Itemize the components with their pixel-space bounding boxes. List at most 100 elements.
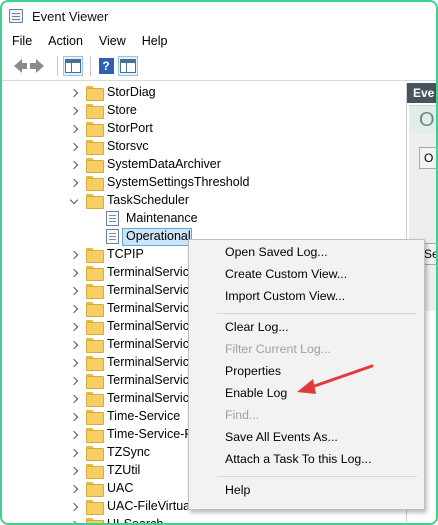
context-menu-item-create-custom-view[interactable]: Create Custom View... (225, 267, 347, 281)
folder-icon (86, 410, 104, 425)
folder-icon (86, 356, 104, 371)
folder-icon (86, 374, 104, 389)
folder-icon (86, 122, 104, 137)
menu-action[interactable]: Action (48, 34, 83, 48)
menu-help[interactable]: Help (142, 34, 168, 48)
tree-folder-item[interactable]: Store (2, 102, 404, 120)
context-menu-item-save-all-events-as[interactable]: Save All Events As... (225, 430, 338, 444)
chevron-right-icon[interactable] (69, 178, 79, 188)
window-title: Event Viewer (32, 8, 109, 24)
chevron-right-icon[interactable] (69, 106, 79, 116)
forward-icon (30, 58, 44, 73)
tree-item-label: SystemDataArchiver (107, 157, 221, 171)
folder-icon (86, 158, 104, 173)
tree-folder-item[interactable]: Storsvc (2, 138, 404, 156)
folder-icon (86, 338, 104, 353)
chevron-right-icon[interactable] (69, 376, 79, 386)
context-menu-separator (217, 476, 417, 477)
folder-icon (86, 86, 104, 101)
context-menu-item-import-custom-view[interactable]: Import Custom View... (225, 289, 345, 303)
context-menu-item-open-saved-log[interactable]: Open Saved Log... (225, 245, 328, 259)
tree-folder-item[interactable]: SystemSettingsThreshold (2, 174, 404, 192)
show-hide-action-pane-icon (120, 58, 136, 73)
help-icon: ? (98, 57, 114, 74)
tree-item-label: Storsvc (107, 139, 149, 153)
chevron-right-icon[interactable] (69, 484, 79, 494)
tree-folder-item[interactable]: StorPort (2, 120, 404, 138)
tree-item-label: TaskScheduler (107, 193, 189, 207)
log-icon (106, 229, 119, 244)
context-menu-item-enable-log[interactable]: Enable Log (225, 386, 287, 400)
context-menu: Open Saved Log... Create Custom View... Im… (188, 239, 425, 510)
chevron-right-icon[interactable] (69, 88, 79, 98)
tree-log-item[interactable]: Maintenance (2, 210, 404, 228)
chevron-right-icon[interactable] (69, 160, 79, 170)
folder-icon (86, 500, 104, 515)
chevron-right-icon[interactable] (69, 304, 79, 314)
menu-bar: File Action View Help (2, 30, 436, 52)
chevron-right-icon[interactable] (69, 412, 79, 422)
folder-icon (86, 392, 104, 407)
context-menu-item-clear-log[interactable]: Clear Log... (225, 320, 289, 334)
context-menu-item-filter-current-log: Filter Current Log... (225, 342, 331, 356)
chevron-right-icon[interactable] (69, 250, 79, 260)
tree-folder-item[interactable]: TaskScheduler (2, 192, 404, 210)
show-hide-action-pane-button[interactable] (118, 55, 138, 76)
folder-icon (86, 140, 104, 155)
back-button[interactable] (8, 56, 28, 76)
actions-pane-header: Eve (407, 83, 436, 103)
tree-folder-item[interactable]: SystemDataArchiver (2, 156, 404, 174)
context-menu-item-help[interactable]: Help (225, 483, 250, 497)
chevron-right-icon[interactable] (69, 268, 79, 278)
toolbar-separator (57, 55, 58, 76)
chevron-right-icon[interactable] (69, 340, 79, 350)
chevron-right-icon[interactable] (69, 322, 79, 332)
menu-view[interactable]: View (99, 34, 126, 48)
folder-icon (86, 104, 104, 119)
chevron-right-icon[interactable] (69, 520, 79, 523)
folder-icon (86, 518, 104, 523)
show-hide-console-tree-icon (65, 58, 81, 73)
context-menu-item-attach-a-task-to-this-log[interactable]: Attach a Task To this Log... (225, 452, 372, 466)
actions-pane-button[interactable]: O (419, 147, 436, 169)
forward-button[interactable] (30, 56, 50, 76)
chevron-right-icon[interactable] (69, 142, 79, 152)
help-button[interactable]: ? (96, 56, 116, 76)
tree-folder-item[interactable]: UI-Search (2, 516, 404, 525)
back-icon (14, 58, 27, 73)
tree-item-label: TZSync (107, 445, 151, 459)
tree-item-label: StorPort (107, 121, 153, 135)
chevron-right-icon[interactable] (69, 466, 79, 476)
tree-item-label: Maintenance (126, 211, 198, 225)
menu-file[interactable]: File (12, 34, 32, 48)
folder-icon (86, 266, 104, 281)
actions-pane-subheader: O (409, 105, 436, 133)
chevron-right-icon[interactable] (69, 448, 79, 458)
context-menu-item-find: Find... (225, 408, 260, 422)
toolbar: ? (2, 52, 436, 79)
tree-item-label: SystemSettingsThreshold (107, 175, 250, 189)
tree-folder-item[interactable]: StorDiag (2, 84, 404, 102)
log-icon (106, 211, 119, 226)
tree-item-label: StorDiag (107, 85, 156, 99)
folder-icon (86, 320, 104, 335)
folder-icon (86, 482, 104, 497)
chevron-right-icon[interactable] (69, 286, 79, 296)
context-menu-item-properties[interactable]: Properties (225, 364, 281, 378)
context-menu-separator (217, 313, 417, 314)
folder-icon (86, 176, 104, 191)
folder-icon (86, 194, 104, 209)
folder-icon (86, 284, 104, 299)
show-hide-console-tree-button[interactable] (63, 55, 83, 76)
chevron-right-icon[interactable] (69, 430, 79, 440)
tree-item-label: TCPIP (107, 247, 144, 261)
chevron-right-icon[interactable] (69, 358, 79, 368)
chevron-right-icon[interactable] (69, 394, 79, 404)
folder-icon (86, 428, 104, 443)
tree-item-label: TZUtil (107, 463, 141, 477)
chevron-right-icon[interactable] (69, 124, 79, 134)
tree-item-label: UI-Search (107, 517, 164, 525)
chevron-right-icon[interactable] (69, 502, 79, 512)
toolbar-divider (2, 80, 436, 81)
chevron-down-icon[interactable] (69, 196, 79, 206)
